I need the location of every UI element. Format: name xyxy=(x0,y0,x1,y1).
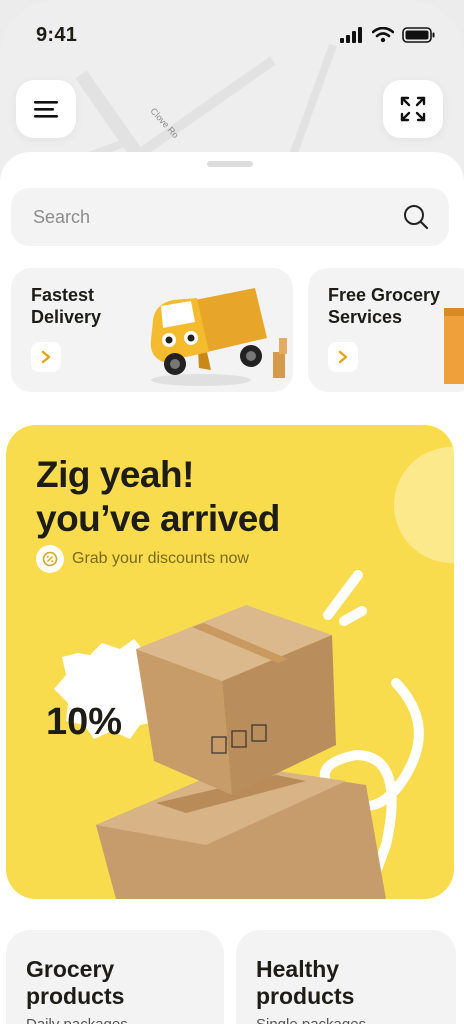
expand-map-button[interactable] xyxy=(383,80,443,138)
cellular-signal-icon xyxy=(340,27,362,43)
delivery-truck-illustration xyxy=(150,288,287,386)
promo-title-line1: Zig yeah! xyxy=(36,454,194,495)
promo-title-line2: you’ve arrived xyxy=(36,498,280,539)
grocery-bag-illustration xyxy=(444,308,464,384)
sheet-drag-handle[interactable] xyxy=(207,161,253,167)
service-title-line1: Free Grocery xyxy=(328,285,441,305)
chevron-right-icon xyxy=(338,350,348,364)
service-card-fastest-delivery[interactable]: Fastest Delivery xyxy=(11,268,293,392)
discount-badge: 10% xyxy=(46,701,123,743)
service-title-line2: Services xyxy=(328,307,403,327)
wifi-icon xyxy=(372,27,394,43)
promo-subtitle: Grab your discounts now xyxy=(72,550,249,567)
expand-icon xyxy=(400,96,426,122)
status-time: 9:41 xyxy=(36,24,78,46)
category-title-line2: products xyxy=(256,983,355,1009)
service-card-free-grocery[interactable]: Free Grocery Services xyxy=(308,268,464,392)
status-bar: 9:41 xyxy=(0,0,464,72)
menu-icon xyxy=(34,101,58,118)
category-title-line1: Healthy xyxy=(256,956,340,982)
search-bar[interactable]: Search xyxy=(11,188,449,246)
promo-banner[interactable]: Zig yeah! you’ve arrived Grab your disco… xyxy=(6,425,454,899)
menu-button[interactable] xyxy=(16,80,76,138)
service-title-line2: Delivery xyxy=(31,307,102,327)
bottom-sheet: Search Fastest Delivery Free Grocery Ser… xyxy=(0,152,464,1024)
app-screen: Clove Ro 9:41 Search Fastest Delivery Fr… xyxy=(0,0,464,1024)
category-title-line2: products xyxy=(26,983,125,1009)
search-input[interactable]: Search xyxy=(33,207,90,228)
service-arrow-button[interactable] xyxy=(328,342,358,372)
chevron-right-icon xyxy=(41,350,51,364)
category-card-healthy[interactable]: Healthy products Single packages xyxy=(236,930,456,1024)
promo-subtitle-row: Grab your discounts now xyxy=(36,545,249,573)
category-card-grocery[interactable]: Grocery products Daily packages xyxy=(6,930,224,1024)
service-arrow-button[interactable] xyxy=(31,342,61,372)
category-title-line1: Grocery xyxy=(26,956,115,982)
category-subtitle: Daily packages xyxy=(26,1016,128,1024)
category-subtitle: Single packages xyxy=(256,1016,366,1024)
service-title-line1: Fastest xyxy=(31,285,95,305)
discount-icon xyxy=(36,545,64,573)
battery-icon xyxy=(402,27,435,43)
search-icon[interactable] xyxy=(403,204,429,230)
